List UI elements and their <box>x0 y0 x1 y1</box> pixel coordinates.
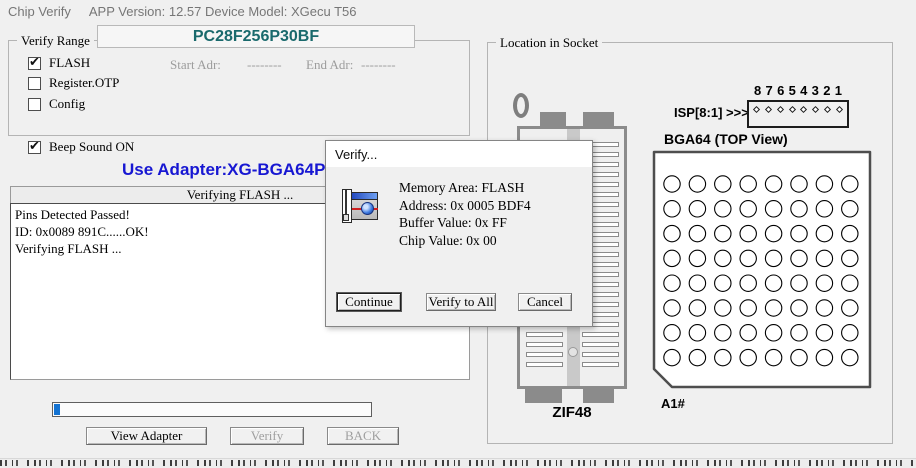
zif-pin-slot <box>582 332 619 337</box>
checkbox-row-beep[interactable]: ✔ Beep Sound ON <box>28 140 134 154</box>
verify-dialog-info: Memory Area: FLASHAddress: 0x 0005 BDF4B… <box>399 179 531 249</box>
isp-pin-number: 7 <box>766 83 773 98</box>
zif-bottom-tab <box>525 387 562 403</box>
verify-dialog-info-line: Address: 0x 0005 BDF4 <box>399 197 531 215</box>
chip-verify-window: Chip Verify APP Version: 12.57 Device Mod… <box>0 0 916 468</box>
zif-pin-slot <box>526 332 563 337</box>
isp-pin-icon <box>812 106 819 113</box>
isp-pin-row <box>754 107 842 112</box>
checkbox-row-flash[interactable]: ✔ FLASH <box>28 56 90 70</box>
zif-pin-slot <box>526 362 563 367</box>
zif-pin-slot <box>582 342 619 347</box>
verify-button[interactable]: Verify <box>230 427 304 445</box>
verify-dialog-title: Verify... <box>335 147 377 162</box>
isp-pin-number: 1 <box>835 83 842 98</box>
verify-to-all-button[interactable]: Verify to All <box>426 293 496 311</box>
isp-pin-number: 2 <box>823 83 830 98</box>
start-adr-value: -------- <box>247 57 282 73</box>
isp-pin-icon <box>765 106 772 113</box>
verify-dialog-info-line: Memory Area: FLASH <box>399 179 531 197</box>
config-checkbox-label: Config <box>49 96 85 112</box>
continue-button[interactable]: Continue <box>337 293 401 311</box>
zif-bottom-tab <box>583 387 614 403</box>
isp-connector <box>747 100 849 128</box>
isp-pin-icon <box>788 106 795 113</box>
checkmark-icon: ✔ <box>29 55 40 70</box>
back-button[interactable]: BACK <box>327 427 399 445</box>
isp-pin-icon <box>836 106 843 113</box>
verify-dialog-titlebar: Verify... <box>326 141 592 167</box>
end-adr-label: End Adr: <box>306 57 353 73</box>
zif-top-tab <box>540 112 566 127</box>
config-checkbox[interactable] <box>28 98 41 111</box>
isp-label: ISP[8:1] >>> <box>674 105 749 120</box>
window-subtitle: APP Version: 12.57 Device Model: XGecu T… <box>89 4 357 19</box>
isp-pin-number: 3 <box>812 83 819 98</box>
window-title: Chip Verify <box>8 4 71 19</box>
zif48-label: ZIF48 <box>517 404 627 421</box>
zif-pin-slot <box>526 352 563 357</box>
isp-pin-icon <box>753 106 760 113</box>
beep-checkbox-label: Beep Sound ON <box>49 139 134 155</box>
zif-channel-screw <box>568 347 578 357</box>
verify-dialog-info-line: Buffer Value: 0x FF <box>399 214 531 232</box>
isp-pin-icon <box>800 106 807 113</box>
zif-lever-icon <box>513 93 529 118</box>
isp-pin-icon <box>824 106 831 113</box>
checkbox-row-config[interactable]: Config <box>28 97 85 111</box>
progress-bar <box>52 402 372 417</box>
a1-marker-label: A1# <box>661 396 685 411</box>
log-header-text: Verifying FLASH ... <box>187 187 294 203</box>
zif-top-tab <box>583 112 614 127</box>
verify-dialog: Verify... Memory Area: FLASHAddress: 0x … <box>325 140 593 327</box>
checkmark-icon: ✔ <box>29 139 40 154</box>
adapter-notice: Use Adapter:XG-BGA64P(P2) <box>122 160 358 180</box>
view-adapter-button[interactable]: View Adapter <box>86 427 207 445</box>
isp-pin-number: 4 <box>800 83 807 98</box>
zif-pin-slot <box>582 362 619 367</box>
flash-checkbox[interactable]: ✔ <box>28 57 41 70</box>
start-adr-label: Start Adr: <box>170 57 221 73</box>
zif-pin-slot <box>582 352 619 357</box>
isp-pin-number: 6 <box>777 83 784 98</box>
isp-pin-numbers: 87654321 <box>747 83 849 98</box>
flash-checkbox-label: FLASH <box>49 55 90 71</box>
device-name: PC28F256P30BF <box>193 28 319 46</box>
verify-range-label: Verify Range <box>17 33 94 49</box>
register-otp-checkbox[interactable] <box>28 77 41 90</box>
isp-pin-icon <box>777 106 784 113</box>
isp-pin-number: 5 <box>789 83 796 98</box>
bga64-label: BGA64 (TOP View) <box>664 131 788 147</box>
end-adr-value: -------- <box>361 57 396 73</box>
location-in-socket-label: Location in Socket <box>496 35 602 51</box>
clipped-text-strip <box>0 458 916 468</box>
bga64-diagram <box>651 149 873 394</box>
checkbox-row-register-otp[interactable]: Register.OTP <box>28 76 119 90</box>
isp-pin-number: 8 <box>754 83 761 98</box>
verify-utility-icon <box>341 189 379 225</box>
window-titlebar: Chip Verify APP Version: 12.57 Device Mod… <box>8 4 357 19</box>
device-name-bar: PC28F256P30BF <box>97 25 415 48</box>
verify-dialog-info-line: Chip Value: 0x 00 <box>399 232 531 250</box>
cancel-button[interactable]: Cancel <box>518 293 572 311</box>
zif-pin-slot <box>526 342 563 347</box>
register-otp-checkbox-label: Register.OTP <box>49 75 119 91</box>
beep-checkbox[interactable]: ✔ <box>28 141 41 154</box>
progress-bar-fill <box>54 404 60 415</box>
